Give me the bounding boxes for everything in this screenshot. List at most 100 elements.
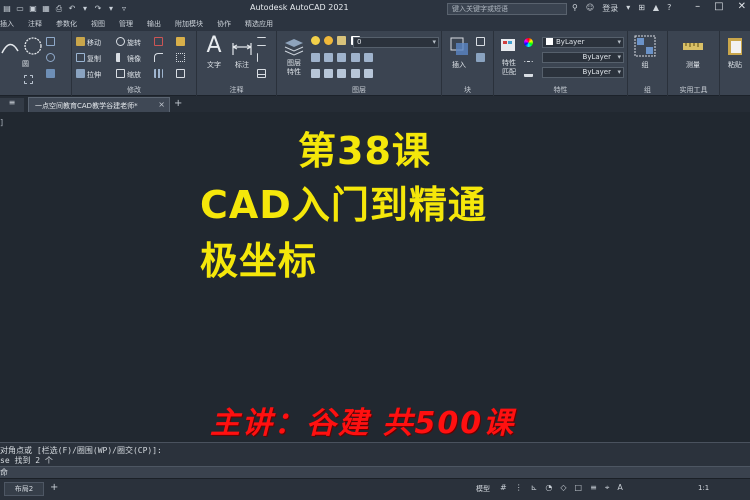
model-space-button[interactable]: 模型 [476,484,490,494]
layer-tool-icon[interactable] [311,69,320,78]
linear-dim-button[interactable] [257,37,268,47]
dimension-label[interactable]: 标注 [227,60,257,70]
customize-qa-icon[interactable]: ▿ [119,4,129,14]
annotation-scale[interactable]: 1:1 [698,484,709,492]
move-button[interactable]: 移动 [76,37,101,48]
grid-icon[interactable]: # [500,483,507,493]
drawing-canvas[interactable]: ] 第38课 CAD入门到精通 极坐标 主讲：谷建 共500课 [0,112,750,442]
copy-button[interactable]: 复制 [76,53,101,64]
tab-parametric[interactable]: 参数化 [49,18,84,31]
text-label[interactable]: 文字 [199,60,229,70]
search-input[interactable]: 键入关键字或短语 [447,3,567,15]
lock-icon[interactable] [337,36,347,45]
insert-label[interactable]: 插入 [444,60,474,70]
layer-tool-icon[interactable] [311,53,320,62]
draw-tool-3[interactable] [46,69,57,79]
lineweight-toggle-icon[interactable]: ≡ [590,483,597,493]
dropdown-icon[interactable]: ▾ [626,3,630,14]
arc-icon[interactable] [0,37,20,57]
rotate-button[interactable]: 旋转 [116,37,141,48]
stretch-button[interactable]: 拉伸 [76,69,101,80]
osnap-icon[interactable]: □ [575,483,583,493]
start-tab-icon[interactable]: ≡ [0,98,24,112]
paste-label[interactable]: 粘贴 [720,60,750,70]
offset-button[interactable] [176,69,187,79]
layer-tool-icon[interactable] [350,69,360,78]
layer-tool-icon[interactable] [350,53,360,62]
undo-icon[interactable]: ↶ [67,4,77,14]
login-link[interactable]: 登录 [602,3,618,14]
undo-dropdown-icon[interactable]: ▾ [80,4,90,14]
fillet-button[interactable] [154,53,165,63]
color-wheel-icon[interactable] [524,38,535,48]
tab-annotate[interactable]: 注释 [21,18,49,31]
mirror-button[interactable]: 镜像 [116,53,141,64]
lightbulb-icon[interactable] [311,36,320,45]
layer-properties-label[interactable]: 图层 特性 [279,59,309,77]
new-tab-icon[interactable]: + [174,98,182,109]
annotation-icon[interactable]: A [617,483,622,493]
layer-tool-icon[interactable] [337,53,347,62]
layer-tool-icon[interactable] [363,69,373,78]
table-button[interactable] [257,69,268,79]
match-properties-label[interactable]: 特性 匹配 [494,59,524,77]
edit-block-button[interactable] [476,53,487,63]
tab-collaborate[interactable]: 协作 [210,18,238,31]
insert-block-icon[interactable] [448,35,470,57]
paste-icon[interactable] [724,35,746,57]
draw-tool-4[interactable] [24,75,35,85]
layer-tool-icon[interactable] [324,69,334,78]
tab-featured-apps[interactable]: 精选应用 [238,18,280,31]
erase-button[interactable] [176,37,187,47]
layer-tool-icon[interactable] [363,53,373,62]
layer-dropdown[interactable]: 0 [353,37,439,48]
tab-addins[interactable]: 附加模块 [168,18,210,31]
viewport-controls-label[interactable]: ] [0,118,3,127]
draw-tool-2[interactable] [46,53,57,63]
sun-icon[interactable] [324,36,334,45]
scale-button[interactable]: 缩放 [116,69,141,80]
redo-icon[interactable]: ↷ [93,4,103,14]
layer-tool-icon[interactable] [324,53,334,62]
help-icon[interactable]: ? [667,3,671,14]
command-input[interactable]: 命 [0,466,750,478]
measure-label[interactable]: 测量 [678,60,708,70]
close-tab-icon[interactable]: × [158,100,165,109]
maximize-icon[interactable]: □ [714,1,723,12]
explode-button[interactable] [176,53,187,63]
lineweight-dropdown[interactable]: ByLayer [542,67,624,78]
tab-layout2[interactable]: 布局2 [4,482,44,496]
save-as-icon[interactable]: ▦ [41,4,51,14]
save-icon[interactable]: ▣ [28,4,38,14]
new-file-icon[interactable]: ▤ [2,4,12,14]
draw-tool-1[interactable] [46,37,57,47]
color-dropdown[interactable]: ByLayer [542,37,624,48]
open-file-icon[interactable]: ▭ [15,4,25,14]
tab-insert[interactable]: 插入 [0,18,21,31]
snap-icon[interactable]: ⋮ [515,483,523,493]
match-properties-icon[interactable] [498,35,520,57]
tab-active-drawing[interactable]: 一点空间教育CAD教学谷建老师* × [28,97,170,112]
redo-dropdown-icon[interactable]: ▾ [106,4,116,14]
user-icon[interactable]: ☺ [586,3,594,14]
add-layout-icon[interactable]: + [50,482,58,493]
linetype-dropdown[interactable]: ByLayer [542,52,624,63]
trim-button[interactable] [154,37,165,47]
isodraft-icon[interactable]: ◇ [560,483,566,493]
print-icon[interactable]: ⎙ [54,4,64,14]
tab-manage[interactable]: 管理 [112,18,140,31]
circle-icon[interactable] [22,35,44,57]
text-icon[interactable]: A [203,35,225,57]
leader-button[interactable] [257,53,268,63]
ortho-icon[interactable]: ⊾ [531,483,538,493]
polar-icon[interactable]: ◔ [545,483,552,493]
minimize-icon[interactable]: – [695,1,700,12]
group-label[interactable]: 组 [630,60,660,70]
measure-icon[interactable] [682,35,704,57]
selection-cycling-icon[interactable]: ⌖ [605,483,610,493]
array-button[interactable] [154,69,165,79]
create-block-button[interactable] [476,37,487,47]
layer-tool-icon[interactable] [337,69,347,78]
group-icon[interactable] [634,35,656,57]
a360-icon[interactable]: ▲ [653,3,659,14]
